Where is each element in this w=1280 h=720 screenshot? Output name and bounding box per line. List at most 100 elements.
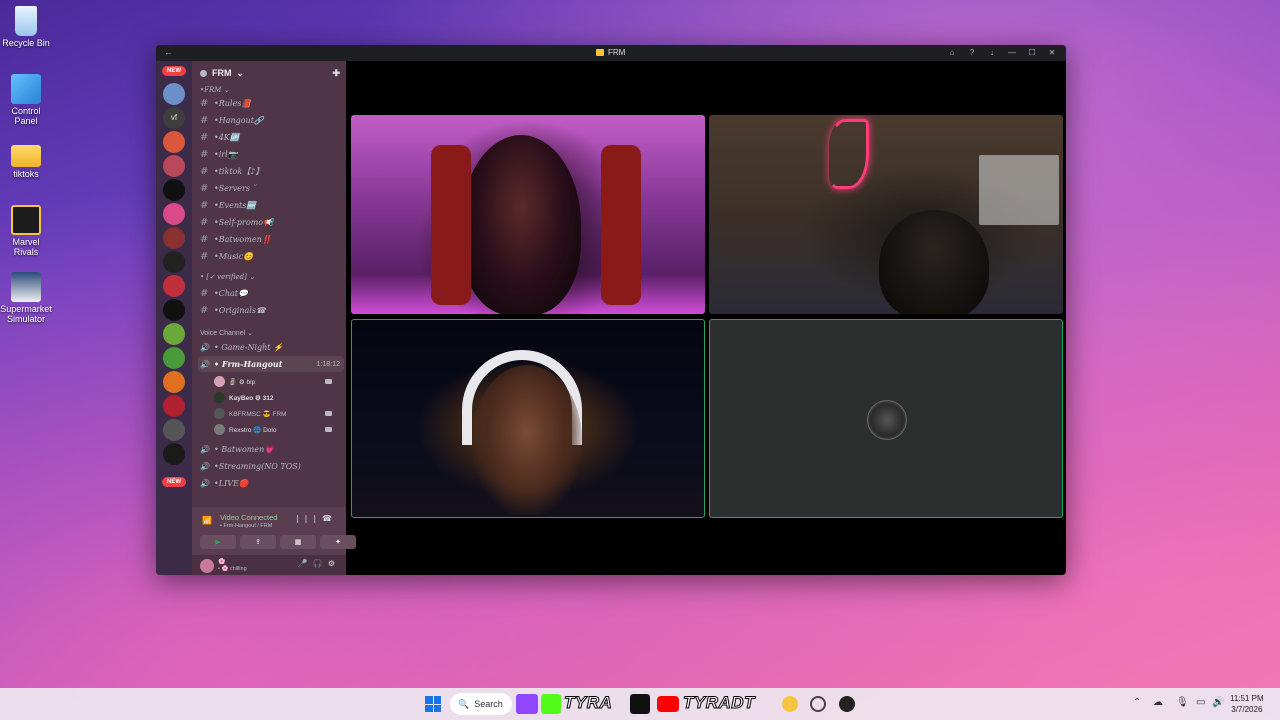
server-icon[interactable] — [163, 347, 185, 369]
avatar — [214, 376, 225, 387]
inbox-icon[interactable]: ⌂ — [942, 46, 962, 60]
hash-icon: # — [200, 165, 209, 177]
back-arrow-icon[interactable]: ← — [164, 47, 173, 57]
channel-servers[interactable]: # •Servers ˘ — [198, 180, 344, 196]
tiktok-icon[interactable] — [630, 694, 650, 714]
channel-music[interactable]: # •Music😊 — [198, 248, 344, 264]
twitch-icon[interactable] — [516, 694, 538, 714]
voice-channel-batwomen[interactable]: 🔊 • Batwomen💗 — [198, 441, 344, 457]
desktop-icon-control-panel[interactable]: Control Panel — [0, 74, 52, 127]
voice-action-buttons: ▶ ⇪ ▦ ✦ — [200, 535, 356, 549]
minimize-button[interactable]: — — [1002, 46, 1022, 60]
desktop-icon-marvel-rivals[interactable]: Marvel Rivals — [0, 205, 52, 258]
headphones-icon[interactable]: 🎧 — [313, 559, 328, 568]
voice-user[interactable]: Rexstro 🌐 Dolo — [214, 422, 342, 437]
maximize-button[interactable]: ☐ — [1022, 46, 1042, 60]
help-icon[interactable]: ? — [962, 46, 982, 60]
channel-label: •Events🆕 — [214, 200, 257, 210]
server-icon[interactable] — [163, 251, 185, 273]
microphone-tray-icon[interactable]: 🎙 — [1176, 697, 1189, 708]
channel-label: •tiktok【♪】 — [214, 166, 264, 176]
screen-share-button[interactable]: ⇪ — [240, 535, 276, 549]
activities-button[interactable]: ▦ — [280, 535, 316, 549]
server-icon[interactable] — [163, 155, 185, 177]
category-voice[interactable]: Voice Channel ⌄ — [200, 329, 253, 337]
video-tile-3[interactable] — [351, 319, 705, 518]
voice-channel-frm-hangout[interactable]: 🔊 • Frm-Hangout 1:18:12 — [198, 356, 344, 372]
chevron-up-icon[interactable]: ⌃ — [1133, 697, 1141, 708]
category-verified[interactable]: • [✓ verified] ⌄ — [200, 273, 255, 281]
server-icon[interactable] — [163, 419, 185, 441]
server-icon[interactable] — [163, 323, 185, 345]
channel-rules[interactable]: # •Rules📕 — [198, 95, 344, 111]
download-icon[interactable]: ↓ — [982, 46, 1002, 60]
channel-originals[interactable]: # •Originals☎ — [198, 302, 344, 318]
server-icon[interactable] — [163, 371, 185, 393]
channel-4k[interactable]: # •4K🆙 — [198, 129, 344, 145]
gear-icon[interactable]: ⚙ — [328, 559, 340, 568]
discord-icon[interactable] — [782, 696, 798, 712]
channel-events[interactable]: # •Events🆕 — [198, 197, 344, 213]
folder-icon — [11, 145, 41, 167]
server-rail: NEW vf NEW — [156, 61, 192, 575]
voice-channel-game-night[interactable]: 🔊 • Game-Night ⚡ — [198, 339, 344, 355]
clock[interactable]: 11:51 PM 3/7/2026 — [1230, 693, 1264, 715]
hash-icon: # — [200, 233, 209, 245]
user-avatar[interactable] — [200, 559, 214, 573]
voice-user[interactable]: KayBeo ⚙ 312 — [214, 390, 342, 405]
microphone-icon[interactable]: 🎤 — [298, 559, 313, 568]
voice-location[interactable]: • Frm-Hangout / FRM — [220, 523, 272, 529]
youtube-icon[interactable] — [657, 696, 679, 712]
video-tile-1[interactable] — [351, 115, 705, 314]
channel-tiktok[interactable]: # •tiktok【♪】 — [198, 163, 344, 179]
soundboard-button[interactable]: ✦ — [320, 535, 356, 549]
desktop-icon-recycle-bin[interactable]: Recycle Bin — [0, 6, 52, 49]
disconnect-icon[interactable]: ☎ — [322, 514, 338, 523]
noise-suppression-icon[interactable]: ||| — [296, 514, 322, 523]
settings-icon[interactable] — [810, 696, 826, 712]
start-button[interactable] — [425, 696, 441, 712]
desktop-icon-label: Marvel Rivals — [12, 237, 40, 257]
server-icon-vf[interactable]: vf — [163, 107, 185, 129]
server-icon[interactable] — [163, 395, 185, 417]
server-icon[interactable] — [163, 179, 185, 201]
voice-user[interactable]: 🗿 ⚙ bip — [214, 374, 342, 389]
poster-decor — [979, 155, 1059, 225]
desktop-icon-supermarket-simulator[interactable]: Supermarket Simulator — [0, 272, 52, 325]
server-icon[interactable] — [163, 275, 185, 297]
hash-icon: # — [200, 199, 209, 211]
voice-channel-live[interactable]: 🔊 •LIVE🔴 — [198, 475, 344, 491]
volume-icon[interactable]: 🔊 — [1212, 697, 1224, 708]
voice-channel-streaming[interactable]: 🔊 •Streaming(NO TOS) — [198, 458, 344, 474]
display-icon[interactable]: ▭ — [1196, 697, 1205, 708]
network-cloud-icon[interactable]: ☁ — [1153, 697, 1163, 708]
close-button[interactable]: ✕ — [1042, 46, 1062, 60]
channel-batwomen[interactable]: # •Batwomen‼️ — [198, 231, 344, 247]
channel-irl[interactable]: # •irl📷 — [198, 146, 344, 162]
kick-icon[interactable] — [541, 694, 561, 714]
server-icon[interactable] — [163, 443, 185, 465]
obs-icon[interactable] — [839, 696, 855, 712]
channel-hangout[interactable]: # •Hangout🔗 — [198, 112, 344, 128]
search-box[interactable]: 🔍 Search — [450, 693, 512, 715]
camera-button[interactable]: ▶ — [200, 535, 236, 549]
server-icon[interactable] — [163, 227, 185, 249]
new-badge-bottom: NEW — [162, 477, 186, 487]
server-icon[interactable] — [163, 299, 185, 321]
voice-user[interactable]: KBFRMSC 😎 FRM — [214, 406, 342, 421]
video-tile-4[interactable] — [709, 319, 1063, 518]
voice-status: Video Connected — [220, 513, 278, 522]
channel-chat[interactable]: # •Chat💬 — [198, 285, 344, 301]
server-header[interactable]: FRM ⌄ ✚ — [192, 61, 346, 85]
taskbar-brand-tyra: TYRA — [563, 693, 613, 713]
video-tile-2[interactable] — [709, 115, 1063, 314]
category-frm[interactable]: •FRM ⌄ — [200, 86, 230, 94]
desktop-icon-tiktoks[interactable]: tiktoks — [0, 141, 52, 180]
channel-self-promo[interactable]: # •Self-promo📢 — [198, 214, 344, 230]
speaker-icon: 🔊 — [200, 359, 210, 369]
add-user-icon[interactable]: ✚ — [332, 68, 340, 79]
server-icon[interactable] — [163, 83, 185, 105]
server-icon[interactable] — [163, 131, 185, 153]
recycle-bin-icon — [15, 6, 37, 36]
server-icon[interactable] — [163, 203, 185, 225]
